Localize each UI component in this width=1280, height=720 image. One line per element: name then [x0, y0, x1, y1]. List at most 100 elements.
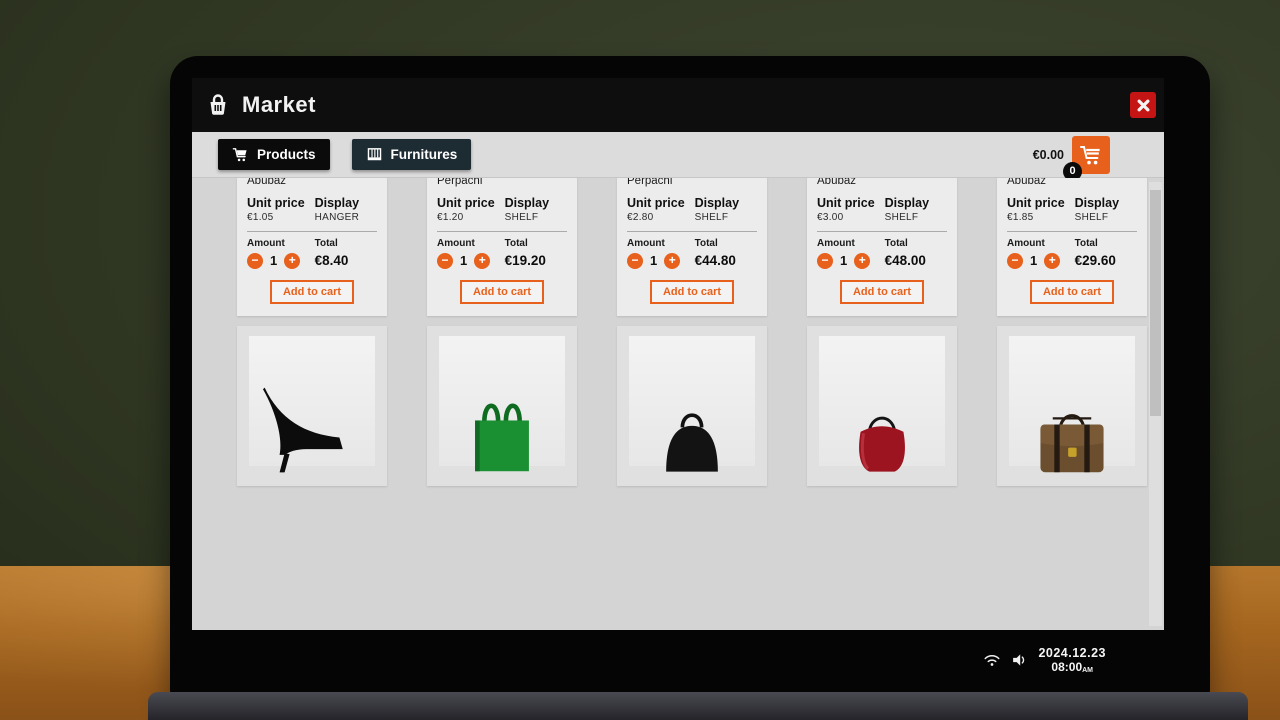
- decrease-amount-button[interactable]: −: [627, 253, 643, 269]
- total-value: €19.20: [505, 253, 567, 268]
- market-tabbar: Products Furnitures €0.00: [192, 132, 1164, 178]
- unit-price-value: €1.05: [247, 212, 315, 223]
- brown-satchel-bag-image: [1022, 390, 1122, 476]
- product-card: [997, 326, 1147, 486]
- add-to-cart-button[interactable]: Add to cart: [270, 280, 354, 304]
- product-brand: Perpachi: [437, 178, 567, 187]
- increase-amount-button[interactable]: +: [664, 253, 680, 269]
- increase-amount-button[interactable]: +: [284, 253, 300, 269]
- display-value: SHELF: [1075, 212, 1137, 223]
- close-icon: [1137, 99, 1150, 112]
- shopping-cart-icon: [232, 146, 249, 163]
- unit-price-label: Unit price: [1007, 196, 1075, 210]
- amount-label: Amount: [817, 238, 885, 249]
- display-value: SHELF: [695, 212, 757, 223]
- product-card-flawless-fashion: 16 Flawles: [427, 178, 577, 316]
- total-label: Total: [315, 238, 377, 249]
- unit-price-value: €3.00: [817, 212, 885, 223]
- tab-furnitures[interactable]: Furnitures: [352, 139, 472, 170]
- divider: [817, 231, 947, 232]
- product-card: [807, 326, 957, 486]
- product-card: [617, 326, 767, 486]
- volume-icon: [1011, 652, 1028, 668]
- total-value: €48.00: [885, 253, 947, 268]
- total-label: Total: [885, 238, 947, 249]
- amount-label: Amount: [247, 238, 315, 249]
- cart-total: €0.00: [1033, 148, 1064, 162]
- unit-price-value: €1.20: [437, 212, 505, 223]
- divider: [627, 231, 757, 232]
- unit-price-label: Unit price: [437, 196, 505, 210]
- product-row-bottom: [237, 326, 1147, 486]
- add-to-cart-button[interactable]: Add to cart: [650, 280, 734, 304]
- product-grid[interactable]: Add to cart Add to cart Add to cart: [192, 178, 1164, 630]
- unit-price-label: Unit price: [247, 196, 315, 210]
- scrollbar-thumb[interactable]: [1150, 190, 1161, 416]
- grid-content: Add to cart Add to cart Add to cart: [237, 178, 1147, 496]
- market-titlebar: Market: [192, 78, 1164, 132]
- decrease-amount-button[interactable]: −: [817, 253, 833, 269]
- product-brand: Abubaz: [1007, 178, 1137, 187]
- black-dome-handbag-image: [644, 392, 740, 476]
- close-button[interactable]: [1130, 92, 1156, 118]
- increase-amount-button[interactable]: +: [474, 253, 490, 269]
- red-bucket-bag-image: [834, 392, 930, 476]
- unit-price-value: €2.80: [627, 212, 695, 223]
- add-to-cart-button[interactable]: Add to cart: [1030, 280, 1114, 304]
- vertical-scrollbar[interactable]: [1149, 182, 1162, 626]
- game-scene: Market Products: [0, 0, 1280, 720]
- display-value: SHELF: [505, 212, 567, 223]
- product-brand: Abubaz: [247, 178, 377, 187]
- product-details: Indigo Ink Abubaz Unit price €1.85 Displ…: [997, 178, 1147, 316]
- add-to-cart-button[interactable]: Add to cart: [460, 280, 544, 304]
- amount-stepper: − 1 +: [437, 253, 505, 269]
- amount-stepper: − 1 +: [247, 253, 315, 269]
- os-taskbar: 2024.12.23 08:00AM: [192, 630, 1164, 690]
- increase-amount-button[interactable]: +: [854, 253, 870, 269]
- product-card: [427, 326, 577, 486]
- laptop-base: [148, 692, 1248, 720]
- total-value: €29.60: [1075, 253, 1137, 268]
- divider: [1007, 231, 1137, 232]
- total-label: Total: [1075, 238, 1137, 249]
- product-brand: Perpachi: [627, 178, 757, 187]
- product-card-grayscale-glamour: 16 Graysca: [617, 178, 767, 316]
- unit-price-value: €1.85: [1007, 212, 1075, 223]
- add-to-cart-button[interactable]: Add to cart: [840, 280, 924, 304]
- product-card-harmonious-hues: 16 Harmoni: [807, 178, 957, 316]
- increase-amount-button[interactable]: +: [1044, 253, 1060, 269]
- shelf-icon: [366, 146, 383, 163]
- laptop-screen: Market Products: [192, 78, 1164, 690]
- meridiem: AM: [1082, 667, 1093, 674]
- decrease-amount-button[interactable]: −: [1007, 253, 1023, 269]
- page-title: Market: [242, 92, 316, 118]
- amount-label: Amount: [437, 238, 505, 249]
- product-card-ethereal-elegance: 8 Ethereal: [237, 178, 387, 316]
- display-label: Display: [885, 196, 947, 210]
- product-details: Grayscale Glamour Perpachi Unit price €2…: [617, 178, 767, 316]
- cart-button[interactable]: 0: [1072, 136, 1110, 174]
- amount-value: 1: [460, 253, 467, 268]
- total-value: €44.80: [695, 253, 757, 268]
- tab-products[interactable]: Products: [218, 139, 330, 170]
- product-details: Flawless Fashion Perpachi Unit price €1.…: [427, 178, 577, 316]
- amount-label: Amount: [627, 238, 695, 249]
- amount-value: 1: [650, 253, 657, 268]
- basket-icon: [206, 93, 230, 117]
- amount-stepper: − 1 +: [817, 253, 885, 269]
- total-label: Total: [695, 238, 757, 249]
- product-row-main: 8 Ethereal: [237, 178, 1147, 316]
- decrease-amount-button[interactable]: −: [437, 253, 453, 269]
- decrease-amount-button[interactable]: −: [247, 253, 263, 269]
- product-brand: Abubaz: [817, 178, 947, 187]
- amount-value: 1: [1030, 253, 1037, 268]
- unit-price-label: Unit price: [627, 196, 695, 210]
- display-label: Display: [1075, 196, 1137, 210]
- product-card: [237, 326, 387, 486]
- amount-stepper: − 1 +: [627, 253, 695, 269]
- display-value: HANGER: [315, 212, 377, 223]
- total-label: Total: [505, 238, 567, 249]
- amount-label: Amount: [1007, 238, 1075, 249]
- tab-products-label: Products: [257, 147, 316, 162]
- taskbar-clock: 2024.12.23 08:00AM: [1038, 646, 1106, 674]
